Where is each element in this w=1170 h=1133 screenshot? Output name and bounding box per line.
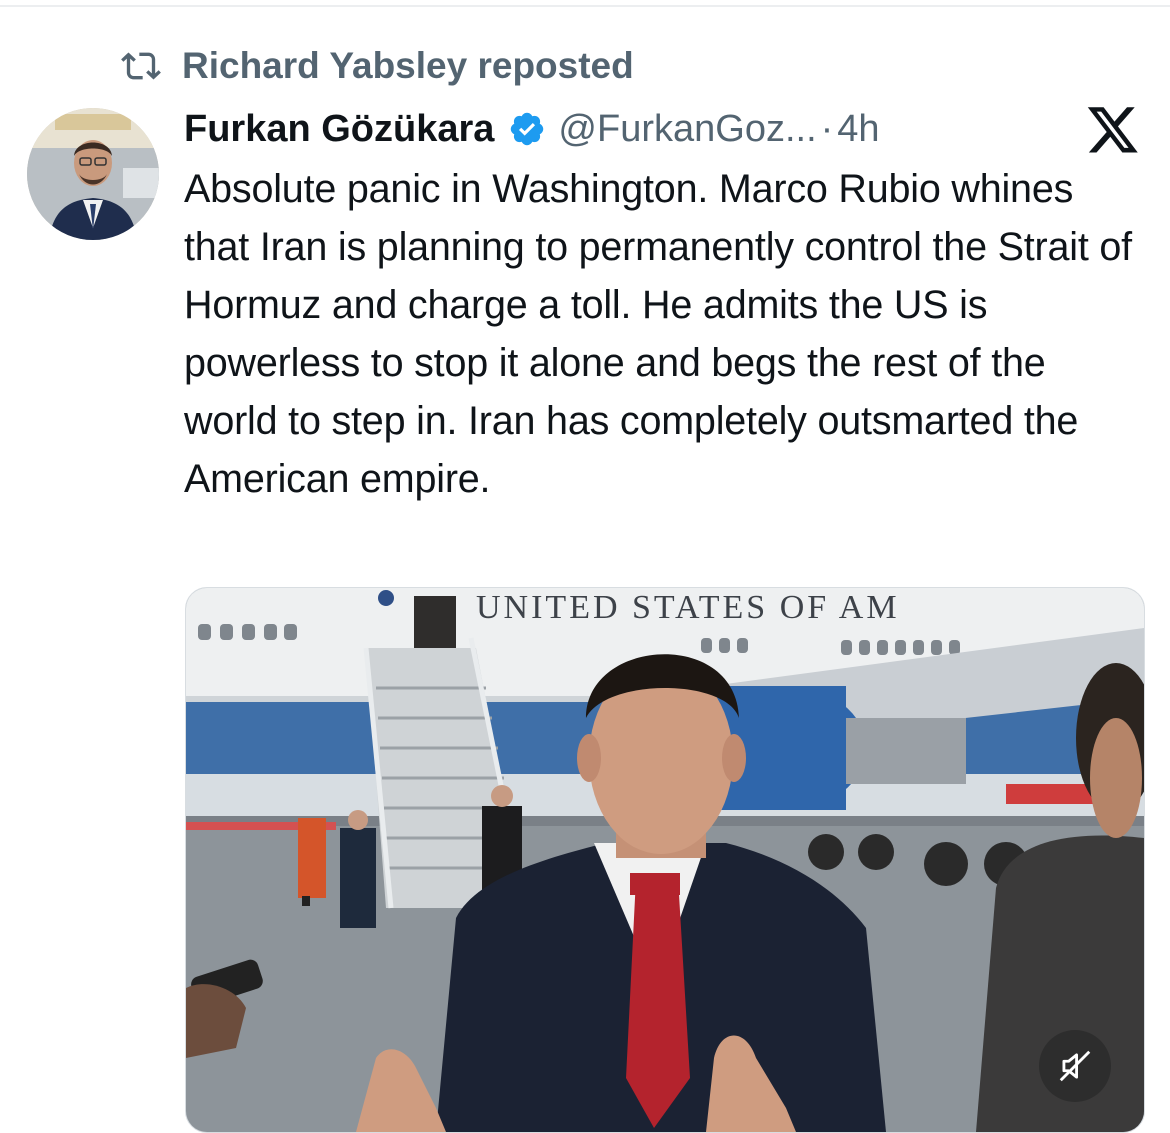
verified-badge-icon[interactable] — [508, 110, 546, 148]
plane-lettering: UNITED STATES OF AM — [476, 589, 900, 626]
timestamp[interactable]: 4h — [837, 108, 879, 151]
x-logo-icon — [1086, 107, 1140, 157]
mute-button[interactable] — [1039, 1030, 1111, 1102]
repost-context[interactable]: Richard Yabsley reposted — [118, 44, 634, 88]
handle[interactable]: @FurkanGoz... — [558, 108, 816, 151]
plane-text: UNITED STATES OF AM — [476, 589, 900, 626]
separator-dot: · — [820, 107, 834, 150]
avatar[interactable] — [27, 108, 159, 240]
top-divider — [0, 5, 1170, 7]
video-frame — [186, 588, 1144, 1132]
repost-icon — [121, 52, 161, 80]
display-name[interactable]: Furkan Gözükara — [184, 108, 494, 151]
tweet-header: Furkan Gözükara @FurkanGoz... · 4h — [184, 104, 880, 154]
muted-speaker-icon — [1059, 1050, 1091, 1082]
media-video[interactable]: UNITED STATES OF AM — [185, 587, 1145, 1133]
tweet-text: Absolute panic in Washington. Marco Rubi… — [184, 167, 1132, 501]
repost-label: Richard Yabsley reposted — [182, 45, 634, 86]
